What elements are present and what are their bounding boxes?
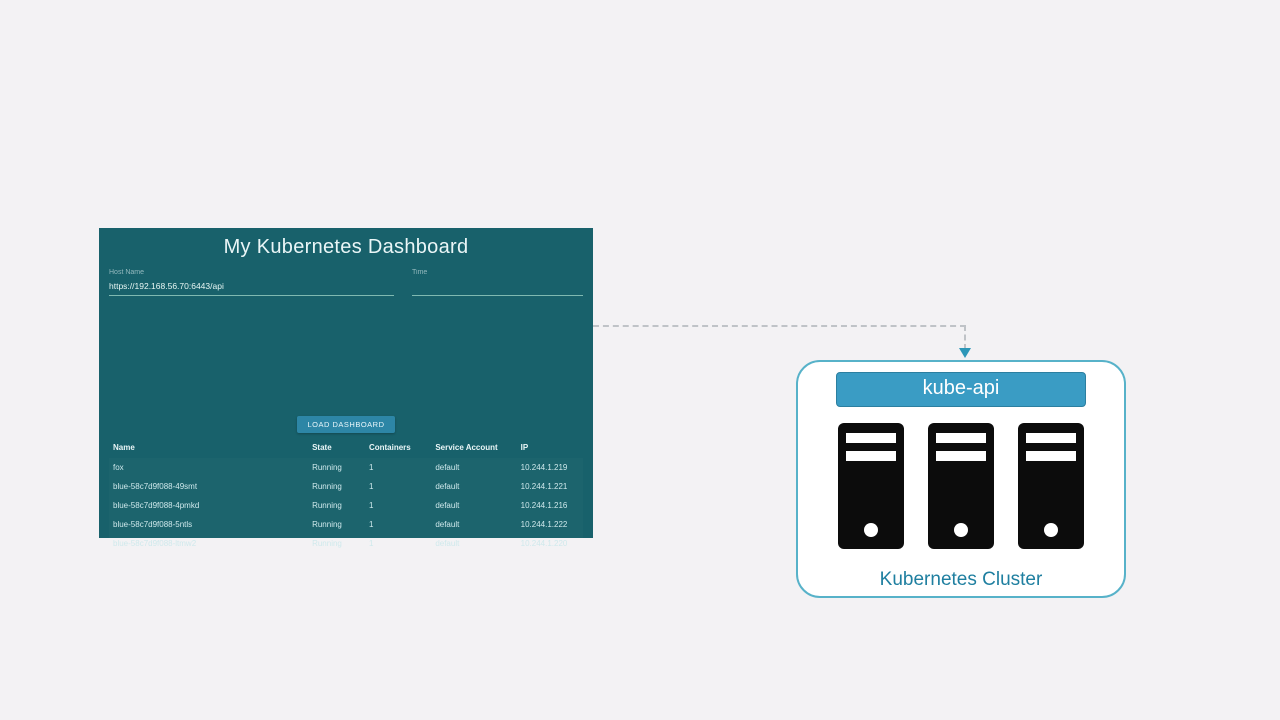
server-slot-icon	[1026, 451, 1076, 461]
server-node-icon	[1018, 423, 1084, 549]
input-row: Host Name Time	[99, 269, 593, 296]
time-label: Time	[412, 269, 583, 276]
cell-containers: 1	[365, 458, 431, 477]
host-field-wrap: Host Name	[109, 269, 394, 296]
cell-ip: 10.244.1.219	[517, 458, 583, 477]
table-header-row: Name State Containers Service Account IP	[109, 439, 583, 458]
cell-ip: 10.244.1.220	[517, 534, 583, 553]
cell-name: blue-58c7d9f088-49smt	[109, 477, 308, 496]
cell-name: blue-58c7d9f088-ltmw2	[109, 534, 308, 553]
table-row[interactable]: blue-58c7d9f088-49smtRunning1default10.2…	[109, 477, 583, 496]
table-row[interactable]: blue-58c7d9f088-ltmw2Running1default10.2…	[109, 534, 583, 553]
table-row[interactable]: foxRunning1default10.244.1.219	[109, 458, 583, 477]
cell-name: blue-58c7d9f088-5ntls	[109, 515, 308, 534]
server-slot-icon	[936, 451, 986, 461]
time-input[interactable]	[412, 278, 583, 296]
connector-horizontal	[593, 325, 966, 327]
cell-containers: 1	[365, 496, 431, 515]
server-slot-icon	[936, 433, 986, 443]
server-led-icon	[864, 523, 878, 537]
host-input[interactable]	[109, 278, 394, 296]
load-row: LOAD DASHBOARD	[99, 416, 593, 433]
cell-containers: 1	[365, 515, 431, 534]
cell-ip: 10.244.1.222	[517, 515, 583, 534]
cluster-card: kube-api Kubernetes Cluster	[796, 360, 1126, 598]
cell-state: Running	[308, 534, 365, 553]
cell-containers: 1	[365, 534, 431, 553]
kube-api-bar: kube-api	[836, 372, 1086, 407]
cell-state: Running	[308, 458, 365, 477]
cell-ip: 10.244.1.221	[517, 477, 583, 496]
server-slot-icon	[1026, 433, 1076, 443]
table-row[interactable]: blue-58c7d9f088-5ntlsRunning1default10.2…	[109, 515, 583, 534]
pods-table: Name State Containers Service Account IP…	[109, 439, 583, 553]
cell-name: fox	[109, 458, 308, 477]
cell-containers: 1	[365, 477, 431, 496]
cell-name: blue-58c7d9f088-4pmkd	[109, 496, 308, 515]
time-field-wrap: Time	[412, 269, 583, 296]
server-node-icon	[838, 423, 904, 549]
arrow-down-icon	[959, 348, 971, 358]
server-node-icon	[928, 423, 994, 549]
col-name: Name	[109, 439, 308, 458]
server-slot-icon	[846, 433, 896, 443]
dashboard-title: My Kubernetes Dashboard	[99, 228, 593, 269]
server-led-icon	[954, 523, 968, 537]
col-ip: IP	[517, 439, 583, 458]
cell-ip: 10.244.1.216	[517, 496, 583, 515]
cell-state: Running	[308, 496, 365, 515]
cell-state: Running	[308, 515, 365, 534]
host-label: Host Name	[109, 269, 394, 276]
cluster-nodes	[838, 423, 1084, 549]
cell-service_account: default	[431, 458, 516, 477]
cluster-caption: Kubernetes Cluster	[880, 569, 1043, 591]
cell-state: Running	[308, 477, 365, 496]
connector-vertical	[964, 325, 966, 350]
server-led-icon	[1044, 523, 1058, 537]
table-row[interactable]: blue-58c7d9f088-4pmkdRunning1default10.2…	[109, 496, 583, 515]
col-service-account: Service Account	[431, 439, 516, 458]
cell-service_account: default	[431, 477, 516, 496]
server-slot-icon	[846, 451, 896, 461]
col-state: State	[308, 439, 365, 458]
cell-service_account: default	[431, 534, 516, 553]
dashboard-panel: My Kubernetes Dashboard Host Name Time L…	[99, 228, 593, 538]
load-dashboard-button[interactable]: LOAD DASHBOARD	[297, 416, 394, 433]
cell-service_account: default	[431, 515, 516, 534]
col-containers: Containers	[365, 439, 431, 458]
cell-service_account: default	[431, 496, 516, 515]
